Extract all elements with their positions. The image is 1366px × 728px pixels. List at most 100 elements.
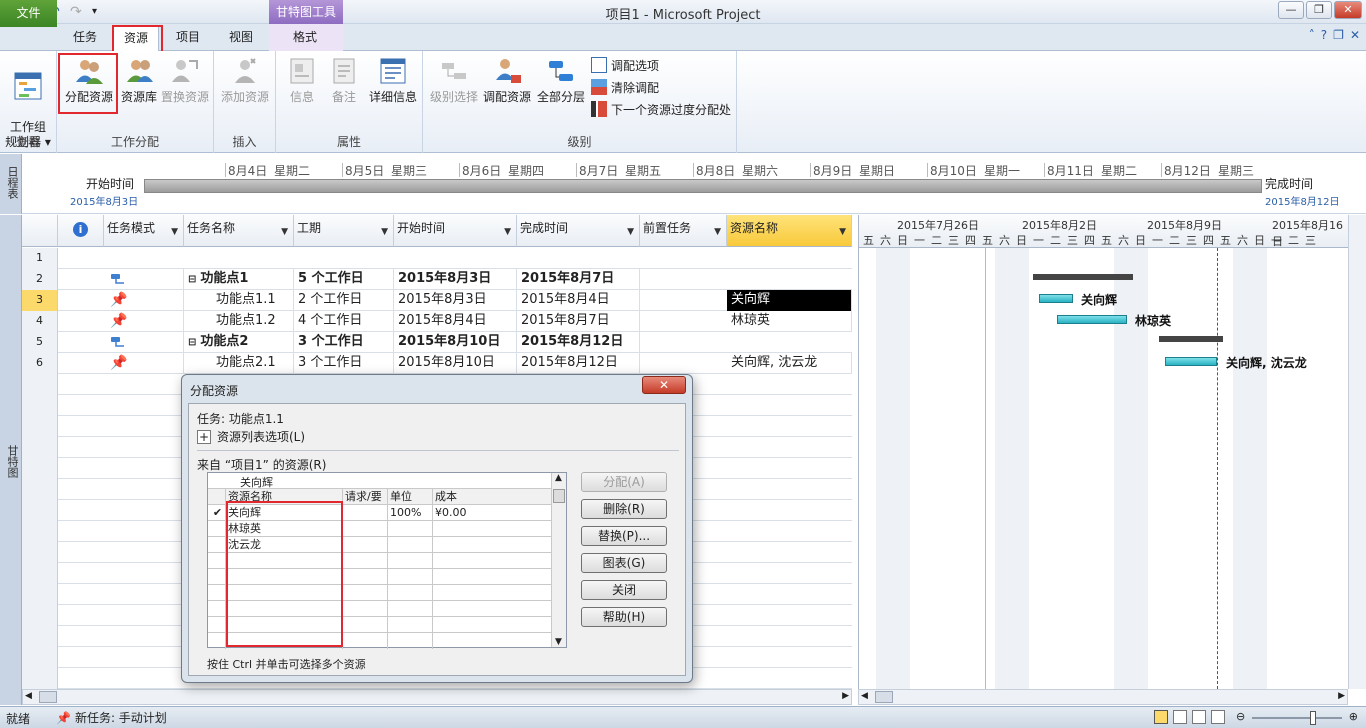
restore-icon[interactable]: ❐ — [1333, 28, 1344, 42]
finish-cell[interactable]: 2015年8月4日 — [517, 290, 640, 311]
grid-edit-value[interactable]: 关向辉 — [240, 474, 273, 490]
duration-cell[interactable]: 2 个工作日 — [294, 290, 394, 311]
start-header[interactable]: 开始时间 ▼ — [394, 215, 517, 247]
table-row[interactable]: 6 📌 功能点2.1 3 个工作日 2015年8月10日 2015年8月12日 … — [22, 353, 852, 374]
assign-resources-button[interactable]: 分配资源 — [61, 55, 117, 105]
task-mode-cell[interactable]: 📌 — [104, 353, 184, 374]
notes-button[interactable]: 备注 — [324, 55, 364, 105]
table-row[interactable]: 1 — [22, 248, 852, 269]
task-mode-cell[interactable] — [104, 332, 184, 353]
level-resource-button[interactable]: 调配资源 — [481, 55, 533, 105]
grid-resource-name[interactable]: 关向辉 — [226, 505, 343, 521]
remove-button[interactable]: 删除(R) — [581, 499, 667, 519]
graphs-button[interactable]: 图表(G) — [581, 553, 667, 573]
level-all-button[interactable]: 全部分层 — [533, 55, 589, 105]
zoom-slider[interactable]: ⊖ ⊕ — [1236, 710, 1358, 725]
close-doc-icon[interactable]: ✕ — [1350, 28, 1360, 42]
grid-cost[interactable]: ¥0.00 — [433, 505, 552, 521]
resource-names-header[interactable]: 资源名称 ▼ — [727, 215, 852, 247]
table-row[interactable]: 4 📌 功能点1.2 4 个工作日 2015年8月4日 2015年8月7日 林琼… — [22, 311, 852, 332]
help-button[interactable]: 帮助(H) — [581, 607, 667, 627]
duration-cell[interactable]: 3 个工作日 — [294, 353, 394, 374]
minimize-button[interactable]: — — [1278, 1, 1304, 19]
dropdown-arrow-icon[interactable]: ▼ — [627, 227, 634, 237]
dialog-close-button[interactable]: ✕ — [642, 376, 686, 394]
collapse-icon[interactable]: ⊟ — [188, 274, 196, 285]
close-button[interactable]: 关闭 — [581, 580, 667, 600]
grid-scrollbar[interactable]: ▲ ▼ — [551, 473, 566, 647]
task-bar[interactable] — [1057, 315, 1127, 324]
dropdown-arrow-icon[interactable]: ▼ — [281, 227, 288, 237]
grid-row[interactable] — [208, 601, 552, 617]
finish-cell[interactable]: 2015年8月12日 — [517, 353, 640, 374]
replace-button[interactable]: 替换(P)... — [581, 526, 667, 546]
grid-row[interactable] — [208, 585, 552, 601]
task-mode-header[interactable]: 任务模式 ▼ — [104, 215, 184, 247]
start-cell[interactable]: 2015年8月3日 — [394, 290, 517, 311]
grid-row[interactable] — [208, 569, 552, 585]
finish-cell[interactable]: 2015年8月12日 — [517, 332, 640, 353]
table-row[interactable]: 2 ⊟ 功能点1 5 个工作日 2015年8月3日 2015年8月7日 — [22, 269, 852, 290]
duration-header[interactable]: 工期 ▼ — [294, 215, 394, 247]
resource-grid[interactable]: 关向辉 资源名称 请求/要 单位 成本 ✔ 关向辉 100% ¥0.00 林琼英 — [207, 472, 567, 649]
finish-header[interactable]: 完成时间 ▼ — [517, 215, 640, 247]
task-bar[interactable] — [1039, 294, 1073, 303]
tab-file[interactable]: 文件 — [0, 0, 57, 27]
maximize-button[interactable]: ❐ — [1306, 1, 1332, 19]
indicators-header[interactable]: i — [58, 215, 104, 247]
information-button[interactable]: 信息 — [282, 55, 322, 105]
assign-resources-dialog[interactable]: 分配资源 ✕ 任务: 功能点1.1 + 资源列表选项(L) 来自 “项目1” 的… — [181, 374, 693, 683]
start-cell[interactable]: 2015年8月3日 — [394, 269, 517, 290]
table-row[interactable]: 5 ⊟ 功能点2 3 个工作日 2015年8月10日 2015年8月12日 — [22, 332, 852, 353]
task-usage-icon[interactable] — [1173, 710, 1187, 724]
task-name-cell[interactable]: 功能点2.1 — [184, 353, 294, 374]
timeline-bar[interactable] — [144, 179, 1262, 193]
table-horizontal-scrollbar[interactable]: ◀ ▶ — [22, 689, 852, 705]
task-name-cell[interactable]: 功能点1.1 — [184, 290, 294, 311]
close-window-button[interactable]: ✕ — [1334, 1, 1362, 19]
grid-row[interactable]: 沈云龙 — [208, 537, 552, 553]
task-bar[interactable] — [1165, 357, 1217, 366]
dropdown-arrow-icon[interactable]: ▼ — [504, 227, 511, 237]
add-resources-button[interactable]: 添加资源 — [219, 55, 271, 105]
zoom-out-icon[interactable]: ⊖ — [1236, 710, 1245, 723]
resource-cell[interactable]: 关向辉, 沈云龙 — [727, 353, 852, 374]
replace-resource-button[interactable]: 置换资源 — [159, 55, 211, 105]
collapse-ribbon-icon[interactable]: ˄ — [1309, 28, 1315, 42]
details-button[interactable]: 详细信息 — [366, 55, 420, 105]
clear-leveling-button[interactable]: 清除调配 — [591, 78, 659, 96]
start-cell[interactable]: 2015年8月4日 — [394, 311, 517, 332]
resource-pool-button[interactable]: 资源库 — [117, 55, 161, 105]
task-name-cell[interactable]: 功能点1.2 — [184, 311, 294, 332]
assign-button[interactable]: 分配(A) — [581, 472, 667, 492]
gantt-chart[interactable]: 2015年7月26日 2015年8月2日 2015年8月9日 2015年8月16… — [858, 215, 1349, 689]
new-task-mode[interactable]: 📌 新任务: 手动计划 — [56, 709, 167, 726]
resource-cell[interactable]: 林琼英 — [727, 311, 852, 332]
task-name-header[interactable]: 任务名称 ▼ — [184, 215, 294, 247]
predecessors-header[interactable]: 前置任务 ▼ — [640, 215, 727, 247]
summary-bar[interactable] — [1159, 336, 1223, 342]
dropdown-arrow-icon[interactable]: ▼ — [171, 227, 178, 237]
team-planner-view-icon[interactable] — [1192, 710, 1206, 724]
next-overallocation-button[interactable]: 下一个资源过度分配处 — [591, 100, 731, 118]
duration-cell[interactable]: 4 个工作日 — [294, 311, 394, 332]
duration-cell[interactable]: 3 个工作日 — [294, 332, 394, 353]
task-name-cell[interactable]: ⊟ 功能点2 — [184, 332, 294, 353]
grid-resource-name[interactable]: 林琼英 — [226, 521, 343, 537]
gantt-vertical-scrollbar[interactable] — [1348, 215, 1366, 689]
grid-units[interactable]: 100% — [388, 505, 433, 521]
tab-format[interactable]: 格式 — [283, 26, 327, 51]
leveling-options-button[interactable]: 调配选项 — [591, 56, 659, 74]
collapse-icon[interactable]: ⊟ — [188, 337, 196, 348]
dropdown-arrow-icon[interactable]: ▼ — [714, 227, 721, 237]
grid-row[interactable]: ✔ 关向辉 100% ¥0.00 — [208, 505, 552, 521]
resource-cell-selected[interactable]: 关向辉 — [727, 290, 852, 311]
start-cell[interactable]: 2015年8月10日 — [394, 332, 517, 353]
summary-bar[interactable] — [1033, 274, 1133, 280]
gantt-side-tab[interactable]: 甘特图 — [0, 215, 22, 705]
grid-header-cost[interactable]: 成本 — [433, 489, 552, 505]
grid-row[interactable] — [208, 553, 552, 569]
task-mode-cell[interactable]: 📌 — [104, 311, 184, 332]
duration-cell[interactable]: 5 个工作日 — [294, 269, 394, 290]
tab-resource[interactable]: 资源 — [113, 26, 160, 51]
